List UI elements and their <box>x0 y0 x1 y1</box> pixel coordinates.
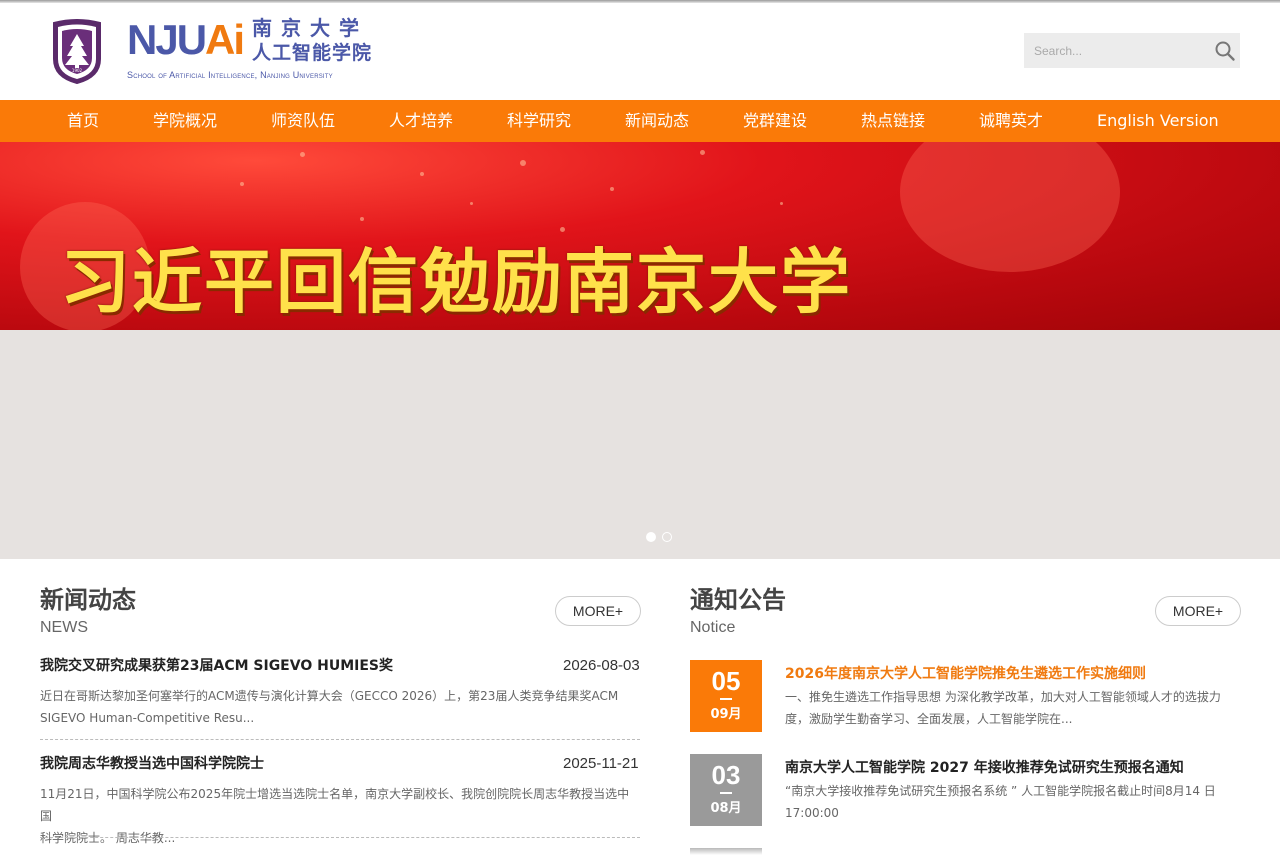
search-box <box>1024 33 1240 68</box>
main-nav: 首页 学院概况 师资队伍 人才培养 科学研究 新闻动态 党群建设 热点链接 诚聘… <box>0 100 1280 142</box>
notice-date-badge[interactable]: 05 09月 <box>690 660 762 732</box>
news-divider <box>40 739 640 740</box>
news-summary-line: SIGEVO Human-Competitive Resu... <box>40 711 255 725</box>
news-item-date: 2026-08-03 <box>563 657 640 674</box>
logo-wordmark: NJUAi <box>127 16 245 63</box>
notice-day: 03 <box>711 760 741 790</box>
notice-more-button[interactable]: MORE+ <box>1155 596 1241 626</box>
nav-item-research[interactable]: 科学研究 <box>507 100 571 142</box>
news-summary-line: 近日在哥斯达黎加圣何塞举行的ACM遗传与演化计算大会（GECCO 2026）上，… <box>40 689 619 703</box>
top-edge-shadow <box>0 0 1280 3</box>
nav-item-faculty[interactable]: 师资队伍 <box>271 100 335 142</box>
slider-dot-2[interactable] <box>662 532 672 542</box>
banner-spark <box>360 217 364 221</box>
banner-spark <box>470 202 473 205</box>
site-header: 1902 NJUAi 南京大学 人工智能学院 School of Artific… <box>0 0 1280 100</box>
banner-spark <box>300 152 305 157</box>
notice-item-summary: 一、推免生遴选工作指导思想 为深化教学改革，加大对人工智能领域人才的选拔力 度，… <box>785 686 1225 730</box>
banner-spark <box>700 150 705 155</box>
nav-item-english[interactable]: English Version <box>1097 100 1219 142</box>
news-summary-line: 11月21日，中国科学院公布2025年院士增选当选院士名单，南京大学副校长、我院… <box>40 787 630 823</box>
banner-spark <box>240 182 244 186</box>
news-item-title[interactable]: 我院交叉研究成果获第23届ACM SIGEVO HUMIES奖 <box>40 657 393 675</box>
notice-item-summary: “南京大学接收推荐免试研究生预报名系统 ” 人工智能学院报名截止时间8月14 日… <box>785 780 1225 824</box>
notice-date-badge[interactable]: 03 08月 <box>690 754 762 826</box>
date-separator <box>720 698 732 700</box>
slider-dot-1[interactable] <box>646 532 656 542</box>
nav-item-home[interactable]: 首页 <box>67 100 99 142</box>
nav-item-news[interactable]: 新闻动态 <box>625 100 689 142</box>
school-logo[interactable]: NJUAi 南京大学 人工智能学院 School of Artificial I… <box>127 17 397 83</box>
logo-school-name: 人工智能学院 <box>252 42 373 64</box>
nav-item-party[interactable]: 党群建设 <box>743 100 807 142</box>
notice-summary-line: 一、推免生遴选工作指导思想 为深化教学改革，加大对人工智能领域人才的选拔力 <box>785 690 1221 704</box>
notice-item-title[interactable]: 2026年度南京大学人工智能学院推免生遴选工作实施细则 <box>785 665 1146 683</box>
hero-banner[interactable]: 习近平回信勉励南京大学 <box>0 142 1280 330</box>
nav-item-links[interactable]: 热点链接 <box>861 100 925 142</box>
nav-item-jobs[interactable]: 诚聘英才 <box>979 100 1043 142</box>
news-divider <box>40 837 640 838</box>
notice-month: 09月 <box>710 707 742 722</box>
logo-english-name: School of Artificial Intelligence, Nanji… <box>127 70 333 80</box>
notice-summary-line: 17:00:00 <box>785 806 839 820</box>
news-item-summary: 近日在哥斯达黎加圣何塞举行的ACM遗传与演化计算大会（GECCO 2026）上，… <box>40 685 640 729</box>
news-item-date: 2025-11-21 <box>563 755 639 772</box>
notice-day: 05 <box>711 666 741 696</box>
banner-spark <box>420 172 424 176</box>
notice-item-title[interactable]: 南京大学人工智能学院 2027 年接收推荐免试研究生预报名通知 <box>785 759 1184 777</box>
notice-section-title: 通知公告 <box>690 586 786 614</box>
notice-month: 08月 <box>710 801 742 816</box>
svg-text:1902: 1902 <box>72 68 83 73</box>
news-item-title[interactable]: 我院周志华教授当选中国科学院院士 <box>40 755 264 773</box>
search-icon[interactable] <box>1214 40 1236 62</box>
news-section-subtitle: NEWS <box>40 619 88 636</box>
news-section-title: 新闻动态 <box>40 586 136 614</box>
search-input[interactable] <box>1024 33 1204 68</box>
logo-university-name: 南京大学 <box>252 16 368 40</box>
notice-summary-line: 度，激励学生勤奋学习、全面发展，人工智能学院在... <box>785 712 1073 726</box>
nav-item-about[interactable]: 学院概况 <box>153 100 217 142</box>
date-separator <box>720 792 732 794</box>
bottom-fade <box>0 845 1280 855</box>
banner-headline: 习近平回信勉励南京大学 <box>60 240 852 323</box>
notice-summary-line: “南京大学接收推荐免试研究生预报名系统 ” 人工智能学院报名截止时间8月14 日 <box>785 784 1216 798</box>
banner-spark <box>560 227 565 232</box>
slider-area <box>0 330 1280 559</box>
nav-item-education[interactable]: 人才培养 <box>389 100 453 142</box>
banner-spark <box>520 160 526 166</box>
news-item-summary: 11月21日，中国科学院公布2025年院士增选当选院士名单，南京大学副校长、我院… <box>40 783 640 849</box>
news-more-button[interactable]: MORE+ <box>555 596 641 626</box>
nju-seal-icon[interactable]: 1902 <box>50 19 104 85</box>
banner-spark <box>780 202 783 205</box>
notice-section-subtitle: Notice <box>690 619 736 636</box>
banner-spark <box>610 187 614 191</box>
